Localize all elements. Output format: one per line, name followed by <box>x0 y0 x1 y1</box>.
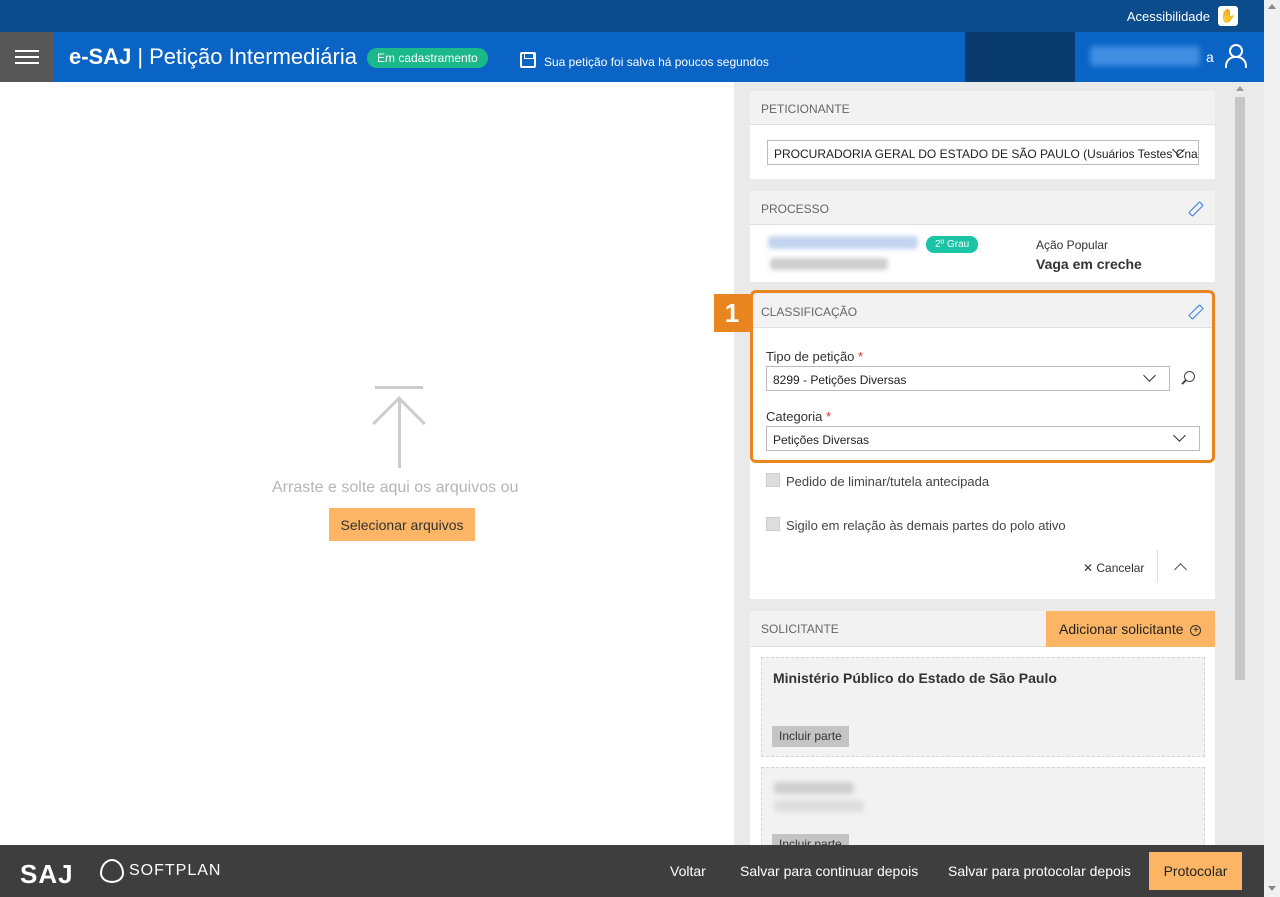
classificacao-heading-text: CLASSIFICAÇÃO <box>761 305 858 319</box>
scroll-down-icon[interactable] <box>1268 886 1276 891</box>
categoria-select[interactable]: Petições Diversas <box>766 426 1200 451</box>
cancel-label: Cancelar <box>1096 561 1145 575</box>
panel-scroll-thumb[interactable] <box>1235 97 1245 680</box>
file-dropzone[interactable]: Arraste e solte aqui os arquivos ou Sele… <box>0 82 734 845</box>
liminar-checkbox[interactable] <box>766 473 780 487</box>
top-bar: Acessibilidade ✋ <box>0 0 1280 32</box>
app-logo[interactable]: e-SAJ | Petição Intermediária <box>69 44 357 70</box>
search-icon[interactable] <box>1180 370 1196 386</box>
tipo-peticao-select[interactable]: 8299 - Petições Diversas <box>766 366 1170 391</box>
softplan-logo: SOFTPLAN <box>129 862 222 879</box>
sigilo-checkbox-label: Sigilo em relação às demais partes do po… <box>786 518 1066 533</box>
required-marker: * <box>826 409 832 424</box>
categoria-value: Petições Diversas <box>773 433 870 447</box>
liminar-checkbox-label: Pedido de liminar/tutela antecipada <box>786 474 990 489</box>
step-number-badge: 1 <box>714 294 750 332</box>
save-continue-button[interactable]: Salvar para continuar depois <box>740 863 918 879</box>
dropzone-instruction: Arraste e solte aqui os arquivos ou <box>272 479 519 496</box>
solicitante-name-redacted <box>774 782 854 794</box>
peticionante-select-value: PROCURADORIA GERAL DO ESTADO DE SÃO PAUL… <box>774 147 1199 161</box>
window-scrollbar[interactable] <box>1264 0 1280 897</box>
hamburger-menu-button[interactable] <box>0 32 54 82</box>
categoria-label-text: Categoria <box>766 409 823 424</box>
collapse-chevron-up-icon[interactable] <box>1174 563 1187 576</box>
protocol-button[interactable]: Protocolar <box>1149 852 1242 890</box>
user-icon[interactable] <box>1225 44 1247 68</box>
panel-scroll-up-icon[interactable] <box>1236 86 1244 91</box>
user-name-suffix: a <box>1206 49 1214 65</box>
solicitante-detail-redacted <box>774 800 864 812</box>
solicitante-name: Ministério Público do Estado de São Paul… <box>773 670 1057 686</box>
add-solicitante-button[interactable]: Adicionar solicitante + <box>1046 611 1215 647</box>
form-panel: PETICIONANTE PROCURADORIA GERAL DO ESTAD… <box>734 82 1264 845</box>
sigilo-checkbox[interactable] <box>766 517 780 531</box>
solicitante-item: Incluir parte <box>761 767 1205 845</box>
brand-name: e-SAJ <box>69 44 132 69</box>
upload-arrow-bar-icon <box>375 386 423 389</box>
page-title: Petição Intermediária <box>149 44 357 69</box>
edit-processo-pencil-icon[interactable] <box>1187 201 1203 217</box>
add-solicitante-label: Adicionar solicitante <box>1059 621 1184 637</box>
processo-heading: PROCESSO <box>750 191 1215 225</box>
accessibility-label[interactable]: Acessibilidade <box>1127 9 1210 24</box>
back-button[interactable]: Voltar <box>670 863 706 879</box>
user-name-redacted <box>1090 46 1200 66</box>
upload-arrow-stem-icon <box>398 400 401 468</box>
classificacao-card: CLASSIFICAÇÃO Tipo de petição * 8299 - P… <box>750 294 1215 599</box>
edit-classificacao-pencil-icon[interactable] <box>1187 304 1203 320</box>
app-header: e-SAJ | Petição Intermediária Em cadastram… <box>0 32 1264 82</box>
processo-card: PROCESSO 2º Grau Ação Popular Vaga em cr… <box>750 191 1215 282</box>
peticionante-heading: PETICIONANTE <box>750 91 1215 125</box>
categoria-label: Categoria * <box>766 409 831 424</box>
processo-assunto: Vaga em creche <box>1036 256 1142 272</box>
floppy-disk-icon <box>520 52 536 68</box>
select-files-button[interactable]: Selecionar arquivos <box>329 508 475 541</box>
logo-separator: | <box>137 44 144 69</box>
solicitante-heading-text: SOLICITANTE <box>761 622 839 636</box>
user-avatar-redacted <box>965 32 1075 82</box>
grau-badge: 2º Grau <box>926 236 979 253</box>
peticionante-heading-text: PETICIONANTE <box>761 102 850 116</box>
accessibility-hand-icon[interactable]: ✋ <box>1218 6 1238 26</box>
classificacao-heading: CLASSIFICAÇÃO <box>750 294 1215 328</box>
include-party-button[interactable]: Incluir parte <box>772 726 849 747</box>
processo-classe: Ação Popular <box>1036 238 1109 252</box>
footer-bar: SAJ SOFTPLAN Voltar Salvar para continua… <box>0 845 1264 897</box>
divider <box>1157 550 1158 582</box>
tipo-peticao-label: Tipo de petição * <box>766 349 863 364</box>
scroll-up-icon[interactable] <box>1268 4 1276 9</box>
hamburger-line-icon <box>15 50 39 52</box>
include-party-button[interactable]: Incluir parte <box>772 834 849 845</box>
tipo-peticao-value: 8299 - Petições Diversas <box>773 373 907 387</box>
peticionante-select[interactable]: PROCURADORIA GERAL DO ESTADO DE SÃO PAUL… <box>767 140 1199 165</box>
tipo-peticao-label-text: Tipo de petição <box>766 349 855 364</box>
status-badge: Em cadastramento <box>367 48 488 68</box>
hamburger-line-icon <box>15 62 39 64</box>
processo-heading-text: PROCESSO <box>761 202 830 216</box>
peticionante-card: PETICIONANTE PROCURADORIA GERAL DO ESTAD… <box>750 91 1215 179</box>
process-number-redacted <box>768 236 918 249</box>
saj-logo: SAJ <box>20 859 74 889</box>
plus-circle-icon: + <box>1190 625 1202 636</box>
required-marker: * <box>858 349 864 364</box>
cancel-button[interactable]: ✕ Cancelar <box>1083 561 1144 575</box>
solicitante-item: Ministério Público do Estado de São Paul… <box>761 657 1205 757</box>
save-status-message: Sua petição foi salva há poucos segundos <box>544 55 769 69</box>
softplan-shield-icon <box>100 859 124 883</box>
hamburger-line-icon <box>15 56 39 58</box>
save-protocol-later-button[interactable]: Salvar para protocolar depois <box>948 863 1131 879</box>
process-detail-redacted <box>770 258 888 270</box>
